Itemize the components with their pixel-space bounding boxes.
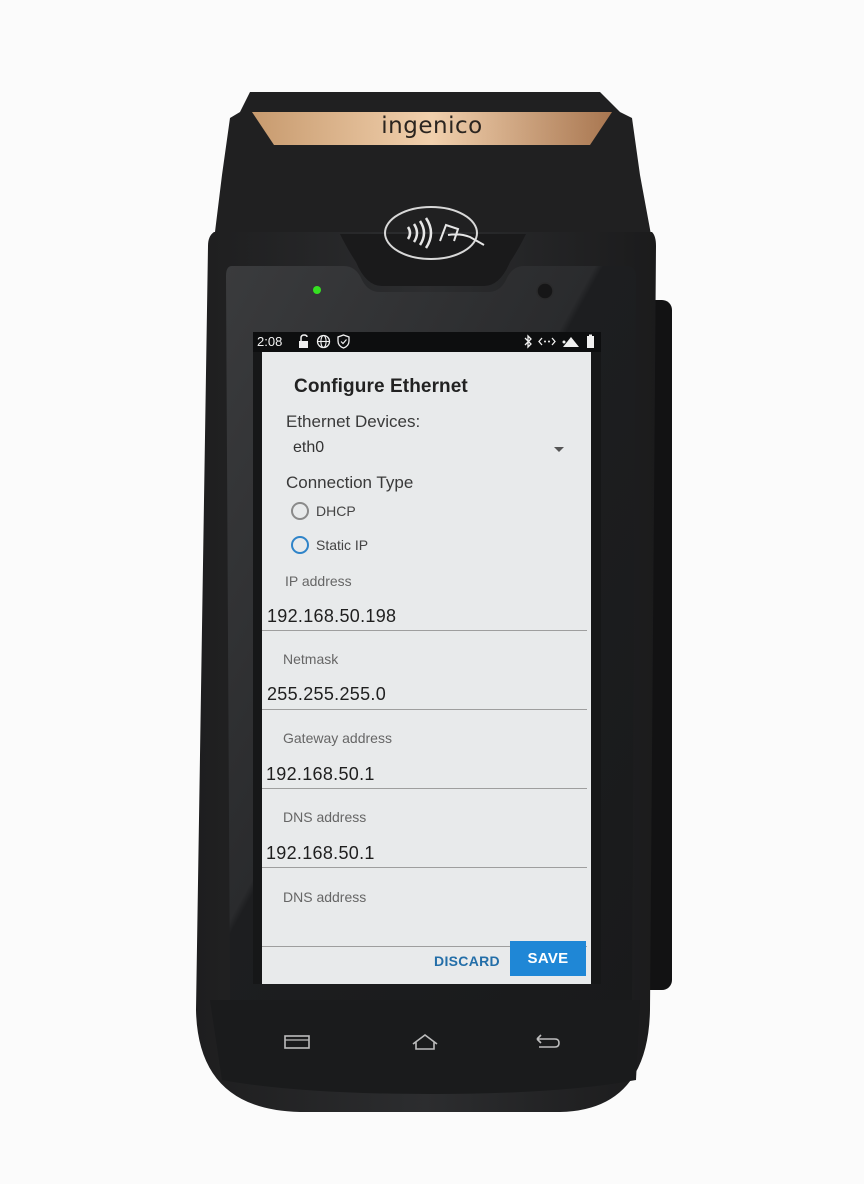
ethernet-devices-label: Ethernet Devices: [286,412,421,431]
selected-device: eth0 [293,439,325,456]
status-left-icons [297,333,350,350]
status-bar: 2:08 [253,332,601,352]
gateway-address-field[interactable]: 192.168.50.1 [266,764,375,785]
recents-icon[interactable] [281,1030,313,1054]
static-ip-radio[interactable]: Static IP [291,533,368,557]
dns2-address-label: DNS address [283,889,367,905]
vpn-icon [562,337,579,347]
dhcp-label: DHCP [316,503,356,519]
status-time: 2:08 [257,334,283,349]
ethernet-icon [538,337,556,346]
back-icon[interactable] [531,1030,563,1054]
terminal-screen: 2:08 Configure Ethernet Ethernet Devices… [253,332,601,984]
dns-address-underline [262,867,587,868]
ip-address-underline [262,630,587,631]
radio-circle-icon [291,502,309,520]
bluetooth-icon [524,334,532,349]
connection-type-label: Connection Type [286,473,414,492]
dropdown-arrow-icon [554,447,564,452]
home-icon[interactable] [409,1030,441,1054]
ip-address-label: IP address [285,573,352,589]
battery-icon [587,334,594,348]
ip-address-field[interactable]: 192.168.50.198 [267,606,396,627]
dialog-title: Configure Ethernet [294,376,468,397]
gateway-address-underline [262,788,587,789]
radio-circle-icon [291,536,309,554]
shield-icon [337,334,350,349]
netmask-label: Netmask [283,651,339,667]
status-right-icons [523,333,595,350]
netmask-field[interactable]: 255.255.255.0 [267,684,386,705]
brand-logo: ingenico [381,113,483,139]
configure-ethernet-dialog: Configure Ethernet Ethernet Devices: eth… [262,352,591,984]
dns-address-label: DNS address [283,809,367,825]
dhcp-radio[interactable]: DHCP [291,499,356,523]
gateway-address-label: Gateway address [283,730,392,746]
static-ip-label: Static IP [316,537,369,553]
dns-address-field[interactable]: 192.168.50.1 [266,843,375,864]
netmask-underline [262,709,587,710]
contactless-icon [406,217,485,249]
ethernet-device-dropdown[interactable]: eth0 [284,436,564,462]
discard-button[interactable]: DISCARD [428,946,506,976]
save-button[interactable]: SAVE [510,941,586,976]
globe-icon [316,334,331,349]
lock-open-icon [299,334,308,348]
